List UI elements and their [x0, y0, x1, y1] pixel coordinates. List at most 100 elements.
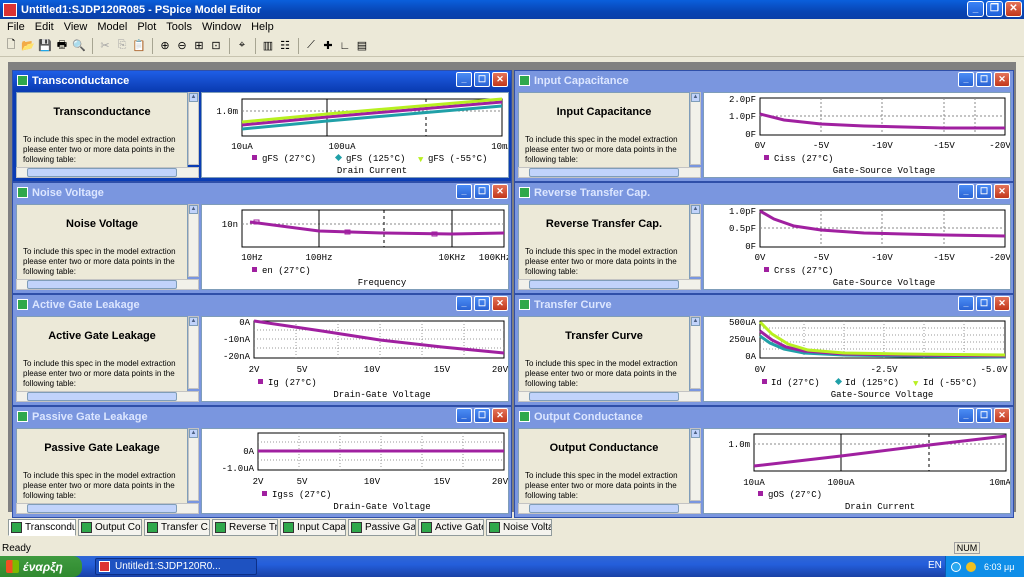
horizontal-scrollbar[interactable] — [518, 391, 701, 402]
open-icon[interactable]: 📂 — [20, 38, 36, 54]
app-icon[interactable] — [3, 2, 17, 17]
save-icon[interactable]: 💾 — [37, 38, 53, 54]
tab-passive-gate-leakage[interactable]: Passive Gat... — [348, 519, 416, 536]
window-minimize-button[interactable]: _ — [958, 72, 974, 87]
vertical-scrollbar[interactable]: ▲ — [188, 92, 199, 165]
window-minimize-button[interactable]: _ — [456, 72, 472, 87]
vertical-scrollbar[interactable]: ▲ — [690, 204, 701, 277]
horizontal-scrollbar[interactable] — [16, 279, 199, 290]
menu-help[interactable]: Help — [246, 21, 279, 33]
plot-area[interactable]: 0A -1.0uA 2V 5V 10V 15V 20V Igss (27°C) … — [201, 428, 509, 514]
vertical-scrollbar[interactable]: ▲ — [188, 204, 199, 277]
zoom-area-icon[interactable]: ⊞ — [191, 38, 207, 54]
minimize-button[interactable]: _ — [967, 1, 984, 17]
window-maximize-button[interactable]: ☐ — [474, 408, 490, 423]
scroll-thumb[interactable] — [529, 504, 679, 513]
vertical-scrollbar[interactable]: ▲ — [690, 428, 701, 501]
tab-transconductance[interactable]: Transcondu... — [8, 519, 76, 536]
window-reverse-transfer-cap[interactable]: Reverse Transfer Cap. _ ☐ ✕ Reverse Tran… — [514, 182, 1014, 294]
window-title-bar[interactable]: Noise Voltage _ ☐ ✕ — [13, 183, 511, 202]
network-icon[interactable] — [951, 561, 961, 572]
scroll-thumb[interactable] — [27, 168, 177, 177]
window-minimize-button[interactable]: _ — [456, 296, 472, 311]
new-icon[interactable]: 🗋 — [3, 38, 19, 54]
scroll-thumb[interactable] — [529, 168, 679, 177]
scroll-thumb[interactable] — [529, 392, 679, 401]
plot-area[interactable]: 10n 10Hz 100Hz 10KHz 100KHz en (27°C) Fr… — [201, 204, 509, 290]
print-preview-icon[interactable]: 🔍 — [71, 38, 87, 54]
cursor-icon[interactable]: ⌖ — [234, 38, 250, 54]
zoom-fit-icon[interactable]: ⊡ — [208, 38, 224, 54]
horizontal-scrollbar[interactable] — [16, 391, 199, 402]
copy-icon[interactable]: ⎘ — [114, 38, 130, 54]
tab-input-capacitance[interactable]: Input Capac... — [280, 519, 346, 536]
window-minimize-button[interactable]: _ — [456, 184, 472, 199]
window-title-bar[interactable]: Passive Gate Leakage _ ☐ ✕ — [13, 407, 511, 426]
log-axis-icon[interactable]: ∟ — [337, 38, 353, 54]
plot-area[interactable]: 1.0m 10uA 100uA 10mA gFS (27°C) gFS (125… — [201, 92, 509, 178]
horizontal-scrollbar[interactable] — [518, 167, 701, 178]
window-title-bar[interactable]: Output Conductance _ ☐ ✕ — [515, 407, 1013, 426]
window-title-bar[interactable]: Transconductance _ ☐ ✕ — [13, 71, 511, 90]
window-close-button[interactable]: ✕ — [994, 72, 1010, 87]
window-title-bar[interactable]: Active Gate Leakage _ ☐ ✕ — [13, 295, 511, 314]
window-maximize-button[interactable]: ☐ — [474, 72, 490, 87]
tab-transfer-curve[interactable]: Transfer C... — [144, 519, 210, 536]
scroll-up-icon[interactable]: ▲ — [691, 205, 700, 214]
window-close-button[interactable]: ✕ — [994, 184, 1010, 199]
zoom-in-icon[interactable]: ⊕ — [157, 38, 173, 54]
menu-view[interactable]: View — [59, 21, 93, 33]
window-minimize-button[interactable]: _ — [456, 408, 472, 423]
plot-area[interactable]: 0A -10nA -20nA 2V 5V 10V 15V 20V Ig (27°… — [201, 316, 509, 402]
security-shield-icon[interactable] — [966, 561, 976, 572]
vertical-scrollbar[interactable]: ▲ — [188, 428, 199, 501]
zoom-out-icon[interactable]: ⊖ — [174, 38, 190, 54]
window-maximize-button[interactable]: ☐ — [976, 72, 992, 87]
window-close-button[interactable]: ✕ — [492, 72, 508, 87]
taskbar-item-pspice[interactable]: Untitled1:SJDP120R0... — [95, 558, 257, 575]
plot-area[interactable]: 1.0pF 0.5pF 0F 0V -5V -10V -15V -20V Crs… — [703, 204, 1011, 290]
window-close-button[interactable]: ✕ — [492, 296, 508, 311]
table-icon[interactable]: ☷ — [277, 38, 293, 54]
window-title-bar[interactable]: Reverse Transfer Cap. _ ☐ ✕ — [515, 183, 1013, 202]
menu-plot[interactable]: Plot — [132, 21, 161, 33]
window-maximize-button[interactable]: ☐ — [474, 184, 490, 199]
scroll-thumb[interactable] — [27, 504, 177, 513]
tab-noise-voltage[interactable]: Noise Voltage — [486, 519, 552, 536]
scroll-up-icon[interactable]: ▲ — [189, 317, 198, 326]
scroll-up-icon[interactable]: ▲ — [691, 429, 700, 438]
add-point-icon[interactable]: ✚ — [320, 38, 336, 54]
plot-area[interactable]: 500uA 250uA 0A 0V -2.5V -5.0V Id (27°C) … — [703, 316, 1011, 402]
tab-reverse-transfer-cap[interactable]: Reverse Tr... — [212, 519, 278, 536]
tab-active-gate-leakage[interactable]: Active Gate... — [418, 519, 484, 536]
window-minimize-button[interactable]: _ — [958, 184, 974, 199]
cut-icon[interactable]: ✂ — [97, 38, 113, 54]
window-maximize-button[interactable]: ☐ — [976, 408, 992, 423]
scroll-thumb[interactable] — [529, 280, 679, 289]
window-maximize-button[interactable]: ☐ — [976, 296, 992, 311]
menu-edit[interactable]: Edit — [30, 21, 59, 33]
window-minimize-button[interactable]: _ — [958, 296, 974, 311]
scroll-up-icon[interactable]: ▲ — [691, 317, 700, 326]
menu-window[interactable]: Window — [197, 21, 246, 33]
close-button[interactable]: ✕ — [1005, 1, 1022, 17]
extract-icon[interactable]: ⟋ — [303, 38, 319, 54]
menu-model[interactable]: Model — [92, 21, 132, 33]
scroll-up-icon[interactable]: ▲ — [691, 93, 700, 102]
window-passive-gate-leakage[interactable]: Passive Gate Leakage _ ☐ ✕ Passive Gate … — [12, 406, 512, 518]
window-title-bar[interactable]: Input Capacitance _ ☐ ✕ — [515, 71, 1013, 90]
window-transconductance[interactable]: Transconductance _ ☐ ✕ Transconductance … — [12, 70, 512, 182]
print-icon[interactable]: 🖶 — [54, 38, 70, 54]
window-output-conductance[interactable]: Output Conductance _ ☐ ✕ Output Conducta… — [514, 406, 1014, 518]
window-active-gate-leakage[interactable]: Active Gate Leakage _ ☐ ✕ Active Gate Le… — [12, 294, 512, 406]
scroll-up-icon[interactable]: ▲ — [189, 93, 198, 102]
language-indicator[interactable]: EN — [928, 560, 942, 571]
start-button[interactable]: έναρξη — [0, 556, 82, 577]
tab-output-conductance[interactable]: Output Con... — [78, 519, 142, 536]
horizontal-scrollbar[interactable] — [518, 279, 701, 290]
horizontal-scrollbar[interactable] — [16, 503, 199, 514]
window-maximize-button[interactable]: ☐ — [976, 184, 992, 199]
vertical-scrollbar[interactable]: ▲ — [690, 316, 701, 389]
scroll-up-icon[interactable]: ▲ — [189, 429, 198, 438]
window-close-button[interactable]: ✕ — [492, 408, 508, 423]
